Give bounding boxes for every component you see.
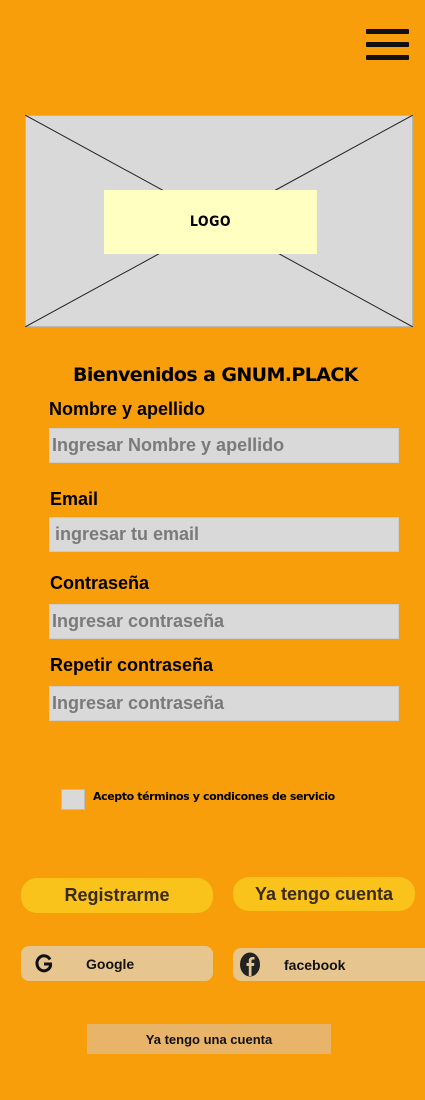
email-input[interactable] bbox=[49, 517, 399, 552]
email-label: Email bbox=[50, 489, 99, 509]
password-label: Contraseña bbox=[50, 573, 150, 593]
password-input[interactable] bbox=[49, 604, 399, 639]
terms-label: Acepto términos y condicones de servicio bbox=[93, 790, 335, 803]
menu-bar bbox=[366, 42, 409, 47]
register-button[interactable]: Registrarme bbox=[21, 878, 213, 913]
terms-checkbox[interactable] bbox=[61, 789, 85, 810]
facebook-button[interactable]: facebook bbox=[233, 948, 425, 981]
menu-bar bbox=[366, 55, 409, 60]
page-title: Bienvenidos a GNUM.PLACK bbox=[73, 364, 358, 386]
google-icon bbox=[35, 954, 52, 973]
have-account-button[interactable]: Ya tengo cuenta bbox=[233, 877, 415, 911]
repeat-password-label: Repetir contraseña bbox=[50, 655, 214, 675]
facebook-label: facebook bbox=[284, 956, 346, 973]
google-button[interactable]: Google bbox=[21, 946, 213, 981]
google-label: Google bbox=[86, 955, 135, 972]
facebook-icon bbox=[240, 952, 260, 977]
name-label: Nombre y apellido bbox=[49, 399, 206, 419]
logo: LOGO bbox=[104, 190, 317, 254]
name-input[interactable] bbox=[49, 428, 399, 463]
hamburger-menu-icon[interactable] bbox=[366, 29, 409, 62]
menu-bar bbox=[366, 29, 409, 34]
repeat-password-input[interactable] bbox=[49, 686, 399, 721]
login-link-button[interactable]: Ya tengo una cuenta bbox=[87, 1024, 331, 1054]
